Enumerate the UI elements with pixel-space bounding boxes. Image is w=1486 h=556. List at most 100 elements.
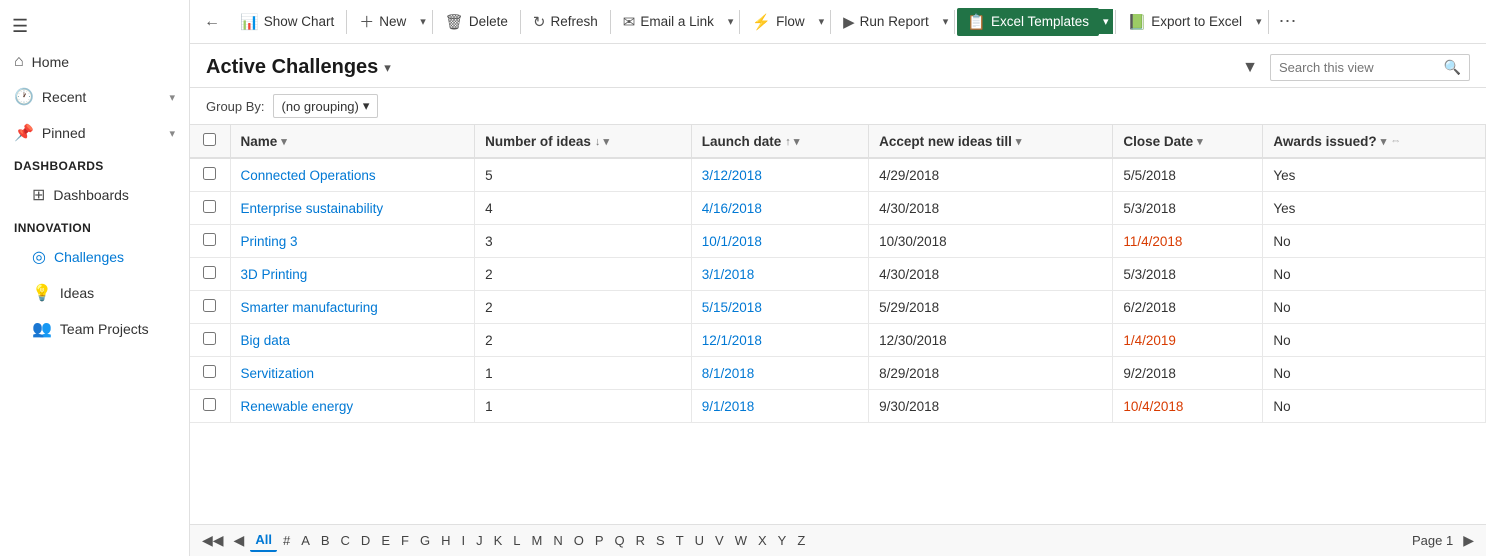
excel-templates-button[interactable]: 📋 Excel Templates <box>957 8 1099 36</box>
th-num-ideas[interactable]: Number of ideas ↓ ▾ <box>475 125 692 158</box>
row-name[interactable]: Connected Operations <box>230 158 475 192</box>
th-awards[interactable]: Awards issued? ▾ ⇔ <box>1263 125 1486 158</box>
row-checkbox[interactable] <box>203 365 216 378</box>
row-name[interactable]: Smarter manufacturing <box>230 291 475 324</box>
sidebar-item-pinned[interactable]: 📌 Pinned ▾ <box>0 115 189 151</box>
export-to-excel-button[interactable]: 📗 Export to Excel <box>1118 7 1252 37</box>
row-num-ideas: 2 <box>475 324 692 357</box>
run-report-button[interactable]: ▶ Run Report <box>833 7 939 37</box>
bottom-nav-w[interactable]: W <box>730 530 752 551</box>
flow-button[interactable]: ⚡ Flow <box>742 7 814 37</box>
search-input[interactable] <box>1279 60 1438 75</box>
bottom-nav-r[interactable]: R <box>631 530 650 551</box>
export-to-excel-icon: 📗 <box>1128 13 1147 31</box>
back-button[interactable]: ← <box>194 7 230 37</box>
bottom-nav-x[interactable]: X <box>753 530 772 551</box>
bottom-nav-l[interactable]: L <box>508 530 525 551</box>
sidebar: ☰ ⌂ Home 🕐 Recent ▾ 📌 Pinned ▾ Dashboard… <box>0 0 190 556</box>
bottom-nav-z[interactable]: Z <box>792 530 810 551</box>
first-page-btn[interactable]: ◀◀ <box>198 530 228 551</box>
table-row: Printing 3 3 10/1/2018 10/30/2018 11/4/2… <box>190 225 1486 258</box>
pinned-chevron: ▾ <box>169 127 175 140</box>
bottom-nav-a[interactable]: A <box>296 530 315 551</box>
sidebar-item-ideas[interactable]: 💡 Ideas <box>0 275 189 311</box>
new-chevron[interactable]: ▾ <box>416 9 430 34</box>
bottom-nav-t[interactable]: T <box>671 530 689 551</box>
excel-templates-chevron[interactable]: ▾ <box>1099 9 1113 34</box>
row-name[interactable]: Servitization <box>230 357 475 390</box>
th-accept-new[interactable]: Accept new ideas till ▾ <box>869 125 1113 158</box>
row-checkbox[interactable] <box>203 299 216 312</box>
bottom-nav-j[interactable]: J <box>471 530 488 551</box>
bottom-nav-g[interactable]: G <box>415 530 435 551</box>
sep5 <box>739 10 740 34</box>
th-name[interactable]: Name ▾ <box>230 125 475 158</box>
run-report-chevron[interactable]: ▾ <box>939 9 953 34</box>
bottom-nav-o[interactable]: O <box>569 530 589 551</box>
sidebar-item-dashboards[interactable]: ⊞ Dashboards <box>0 177 189 213</box>
row-name[interactable]: 3D Printing <box>230 258 475 291</box>
refresh-button[interactable]: ↻ Refresh <box>523 7 608 37</box>
bottom-nav-#[interactable]: # <box>278 530 295 551</box>
bottom-nav-h[interactable]: H <box>436 530 455 551</box>
bottom-nav-u[interactable]: U <box>690 530 709 551</box>
row-accept-new: 9/30/2018 <box>869 390 1113 423</box>
resize-handle[interactable]: ⇔ <box>1390 135 1401 147</box>
row-name[interactable]: Big data <box>230 324 475 357</box>
th-close-date[interactable]: Close Date ▾ <box>1113 125 1263 158</box>
export-chevron[interactable]: ▾ <box>1252 9 1266 34</box>
new-button[interactable]: ＋ New <box>349 5 416 38</box>
row-checkbox[interactable] <box>203 332 216 345</box>
prev-page-btn[interactable]: ◀ <box>230 530 249 551</box>
bottom-nav-d[interactable]: D <box>356 530 375 551</box>
more-options-button[interactable]: ⋯ <box>1271 7 1305 36</box>
bottom-nav-all[interactable]: All <box>250 529 277 552</box>
row-accept-new: 4/29/2018 <box>869 158 1113 192</box>
row-close-date: 9/2/2018 <box>1113 357 1263 390</box>
email-chevron[interactable]: ▾ <box>724 9 738 34</box>
page-title-chevron[interactable]: ▾ <box>384 60 391 76</box>
bottom-nav-m[interactable]: M <box>526 530 547 551</box>
filter-icon[interactable]: ▼ <box>1238 55 1262 81</box>
export-to-excel-label: Export to Excel <box>1151 14 1242 29</box>
email-link-button[interactable]: ✉ Email a Link <box>613 7 724 37</box>
search-icon[interactable]: 🔍 <box>1444 59 1461 76</box>
sidebar-item-home[interactable]: ⌂ Home <box>0 45 189 79</box>
row-checkbox[interactable] <box>203 233 216 246</box>
th-launch-date[interactable]: Launch date ↑ ▾ <box>691 125 868 158</box>
close-date-sort-icon: ▾ <box>1197 135 1203 148</box>
sidebar-item-recent[interactable]: 🕐 Recent ▾ <box>0 79 189 115</box>
select-all-checkbox[interactable] <box>203 133 216 146</box>
team-projects-icon: 👥 <box>32 319 52 339</box>
sidebar-item-challenges[interactable]: ◎ Challenges <box>0 239 189 275</box>
hamburger-menu[interactable]: ☰ <box>0 8 189 45</box>
bottom-nav-y[interactable]: Y <box>773 530 792 551</box>
bottom-nav-p[interactable]: P <box>590 530 609 551</box>
row-checkbox[interactable] <box>203 398 216 411</box>
delete-button[interactable]: 🗑 Delete <box>435 7 518 37</box>
bottom-nav-b[interactable]: B <box>316 530 335 551</box>
next-page-btn[interactable]: ▶ <box>1459 530 1478 551</box>
groupby-select[interactable]: (no grouping) ▾ <box>273 94 379 118</box>
sidebar-item-team-projects[interactable]: 👥 Team Projects <box>0 311 189 347</box>
bottom-nav-c[interactable]: C <box>336 530 355 551</box>
row-checkbox[interactable] <box>203 266 216 279</box>
bottom-nav-i[interactable]: I <box>456 530 470 551</box>
bottom-nav-e[interactable]: E <box>376 530 395 551</box>
bottom-nav-s[interactable]: S <box>651 530 670 551</box>
row-checkbox[interactable] <box>203 200 216 213</box>
row-name[interactable]: Enterprise sustainability <box>230 192 475 225</box>
groupby-chevron: ▾ <box>363 98 370 114</box>
row-awards: No <box>1263 291 1486 324</box>
bottom-nav-f[interactable]: F <box>396 530 414 551</box>
flow-chevron[interactable]: ▾ <box>815 9 829 34</box>
row-checkbox[interactable] <box>203 167 216 180</box>
sidebar-dashboards-label: Dashboards <box>53 187 129 203</box>
show-chart-button[interactable]: 📊 Show Chart <box>230 7 344 37</box>
row-name[interactable]: Renewable energy <box>230 390 475 423</box>
row-name[interactable]: Printing 3 <box>230 225 475 258</box>
bottom-nav-v[interactable]: V <box>710 530 729 551</box>
bottom-nav-n[interactable]: N <box>548 530 567 551</box>
bottom-nav-q[interactable]: Q <box>610 530 630 551</box>
bottom-nav-k[interactable]: K <box>489 530 508 551</box>
